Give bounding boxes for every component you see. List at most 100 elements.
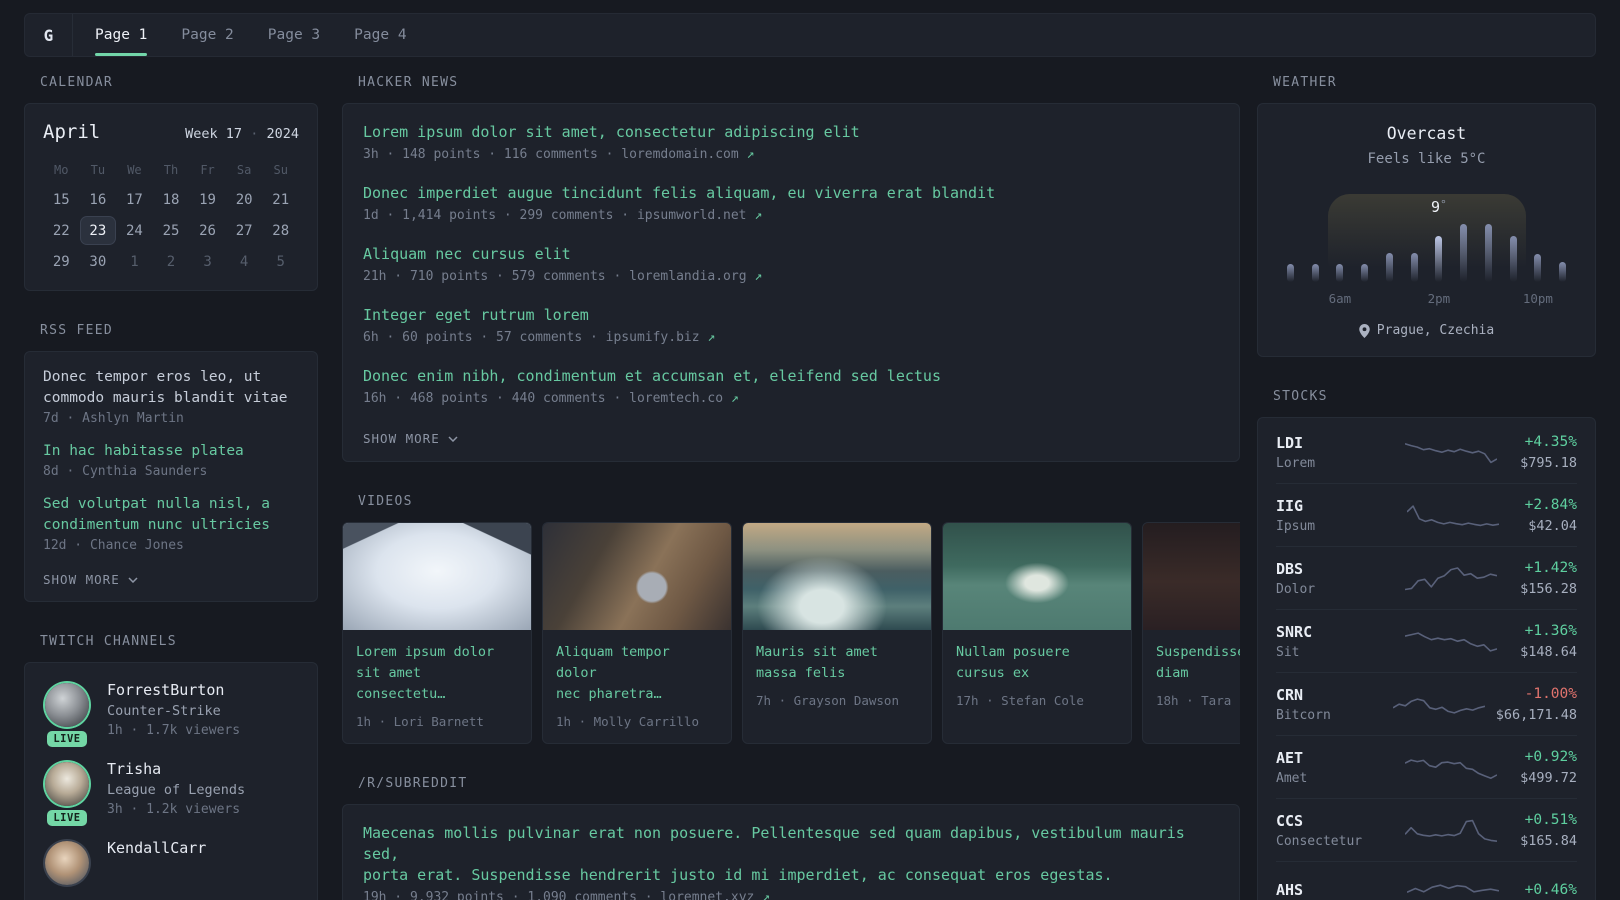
post-domain-link[interactable]: loremnet.xyz: [660, 890, 762, 900]
subreddit-item-title[interactable]: Maecenas mollis pulvinar erat non posuer…: [363, 823, 1219, 886]
hacker-news-item-meta: 3h · 148 points · 116 comments · loremdo…: [363, 147, 1219, 162]
rss-item-title[interactable]: In hac habitasse platea: [43, 441, 299, 462]
stock-identity: SNRC Sit: [1276, 623, 1382, 660]
stock-row-snrc[interactable]: SNRC Sit +1.36% $148.64: [1276, 609, 1577, 672]
hacker-news-item-title[interactable]: Lorem ipsum dolor sit amet, consectetur …: [363, 122, 1219, 143]
video-thumbnail[interactable]: [943, 523, 1131, 630]
twitch-card: LIVE ForrestBurton Counter-Strike 1h · 1.7k…: [24, 662, 318, 900]
twitch-channel[interactable]: LIVE ForrestBurton Counter-Strike 1h · 1.7k…: [43, 681, 299, 747]
hacker-news-item-title[interactable]: Aliquam nec cursus elit: [363, 244, 1219, 265]
hacker-news-widget: HACKER NEWS Lorem ipsum dolor sit amet, …: [342, 75, 1240, 462]
video-title[interactable]: Nullam posuere cursus ex: [956, 642, 1118, 684]
calendar-day: 20: [235, 191, 253, 208]
stock-symbol: AET: [1276, 749, 1304, 767]
chevron-down-icon: [128, 576, 138, 583]
post-domain-link[interactable]: ipsumify.biz: [606, 330, 708, 345]
channel-category: League of Legends: [107, 782, 246, 798]
stock-change-percent: +1.42%: [1524, 560, 1577, 576]
stock-sparkline-wrap: [1382, 816, 1520, 846]
calendar-title-row: April Week 17 · 2024: [43, 121, 299, 143]
tab-page-1[interactable]: Page 1: [95, 14, 148, 56]
rss-item-title[interactable]: Sed volutpat nulla nisl, a condimentum n…: [43, 494, 299, 536]
channel-info: ForrestBurton Counter-Strike 1h · 1.7k vie…: [107, 681, 240, 738]
calendar-card: April Week 17 · 2024 Mo Tu We Th Fr Sa Su 15 16 1…: [24, 103, 318, 291]
stock-row-crn[interactable]: CRN Bitcorn -1.00% $66,171.48: [1276, 672, 1577, 735]
stock-change-percent: -1.00%: [1524, 686, 1577, 702]
stock-sparkline-chart: [1405, 758, 1498, 779]
video-thumbnail[interactable]: [1143, 523, 1240, 630]
post-domain-link[interactable]: loremtech.co: [629, 391, 731, 406]
rss-show-more-button[interactable]: SHOW MORE: [43, 572, 138, 587]
rss-card: Donec tempor eros leo, ut commodo mauris…: [24, 351, 318, 602]
current-temperature-label: 9°: [1431, 198, 1447, 216]
stock-symbol: LDI: [1276, 434, 1304, 452]
hacker-news-item-title[interactable]: Donec imperdiet augue tincidunt felis al…: [363, 183, 1219, 204]
post-domain-link[interactable]: loremlandia.org: [629, 269, 754, 284]
weather-bar: [1534, 254, 1542, 282]
video-meta: 17h · Stefan Cole: [956, 693, 1084, 708]
video-card[interactable]: Mauris sit amet massa felis 7h · Grayson …: [742, 522, 932, 744]
video-card[interactable]: Aliquam tempor dolor nec pharetra… 1h · M…: [542, 522, 732, 744]
stock-row-iig[interactable]: IIG Ipsum +2.84% $42.04: [1276, 483, 1577, 546]
hacker-news-item-meta: 6h · 60 points · 57 comments · ipsumify.…: [363, 330, 1219, 345]
calendar-day: 5: [276, 253, 285, 270]
degree-symbol: °: [1440, 198, 1447, 211]
post-domain-link[interactable]: ipsumworld.net: [637, 208, 754, 223]
stock-sparkline-wrap: [1382, 690, 1496, 720]
calendar-day: 28: [272, 222, 290, 239]
calendar-day-header: Fr: [200, 163, 215, 177]
channel-avatar: LIVE: [43, 760, 91, 826]
video-card[interactable]: Suspendisse diam 18h · Tara: [1142, 522, 1240, 744]
video-thumbnail[interactable]: [543, 523, 731, 630]
stock-row-ccs[interactable]: CCS Consectetur +0.51% $165.84: [1276, 798, 1577, 861]
tab-page-2[interactable]: Page 2: [181, 14, 233, 56]
rss-item-title[interactable]: Donec tempor eros leo, ut commodo mauris…: [43, 367, 299, 409]
show-more-label: SHOW MORE: [43, 572, 120, 587]
stock-identity: IIG Ipsum: [1276, 497, 1382, 534]
rss-widget-header: RSS FEED: [40, 323, 114, 338]
separator-dot: ·: [636, 890, 661, 900]
video-title[interactable]: Lorem ipsum dolor sit amet consectetu…: [356, 642, 518, 705]
channel-info: KendallCarr: [107, 839, 206, 885]
weather-feels-like: Feels like 5°C: [1367, 151, 1486, 167]
live-badge: LIVE: [47, 809, 87, 826]
app-logo[interactable]: G: [25, 14, 73, 56]
tab-page-4[interactable]: Page 4: [354, 14, 406, 56]
stock-price: $148.64: [1520, 644, 1577, 660]
stock-identity: LDI Lorem: [1276, 434, 1382, 471]
hacker-news-item-title[interactable]: Integer eget rutrum lorem: [363, 305, 1219, 326]
calendar-widget-header: CALENDAR: [40, 75, 114, 90]
videos-widget: VIDEOS Lorem ipsum dolor sit amet consec…: [342, 494, 1240, 744]
post-meta-text: 3h · 148 points · 116 comments: [363, 147, 598, 162]
channel-name[interactable]: Trisha: [107, 760, 245, 778]
weather-bar: [1385, 253, 1393, 282]
channel-name[interactable]: KendallCarr: [107, 839, 206, 857]
calendar-day-header: Su: [273, 163, 288, 177]
twitch-channel[interactable]: LIVE Trisha League of Legends 3h · 1.2k vie…: [43, 760, 299, 826]
stock-price: $165.84: [1520, 833, 1577, 849]
stock-row-ldi[interactable]: LDI Lorem +4.35% $795.18: [1276, 421, 1577, 483]
post-domain-link[interactable]: loremdomain.com: [621, 147, 746, 162]
stock-row-aet[interactable]: AET Amet +0.92% $499.72: [1276, 735, 1577, 798]
weather-bar-slot: [1328, 264, 1353, 282]
hacker-news-item-title[interactable]: Donec enim nibh, condimentum et accumsan…: [363, 366, 1219, 387]
hacker-news-show-more-button[interactable]: SHOW MORE: [363, 431, 458, 446]
stock-price: $156.28: [1520, 581, 1577, 597]
video-title[interactable]: Suspendisse diam: [1156, 642, 1240, 684]
twitch-channel[interactable]: KendallCarr: [43, 839, 299, 885]
stock-price: $499.72: [1520, 770, 1577, 786]
stock-price: $42.04: [1528, 518, 1577, 534]
video-thumbnail[interactable]: [343, 523, 531, 630]
stock-identity: AET Amet: [1276, 749, 1382, 786]
video-thumbnail[interactable]: [743, 523, 931, 630]
video-title[interactable]: Mauris sit amet massa felis: [756, 642, 918, 684]
video-card[interactable]: Nullam posuere cursus ex 17h · Stefan Col…: [942, 522, 1132, 744]
channel-name[interactable]: ForrestBurton: [107, 681, 240, 699]
calendar-day: 27: [235, 222, 253, 239]
separator-dot: ·: [605, 391, 630, 406]
tab-page-3[interactable]: Page 3: [268, 14, 320, 56]
video-title[interactable]: Aliquam tempor dolor nec pharetra…: [556, 642, 718, 705]
video-card[interactable]: Lorem ipsum dolor sit amet consectetu… 1h…: [342, 522, 532, 744]
stock-row-ahs[interactable]: AHS +0.46%: [1276, 861, 1577, 900]
stock-row-dbs[interactable]: DBS Dolor +1.42% $156.28: [1276, 546, 1577, 609]
